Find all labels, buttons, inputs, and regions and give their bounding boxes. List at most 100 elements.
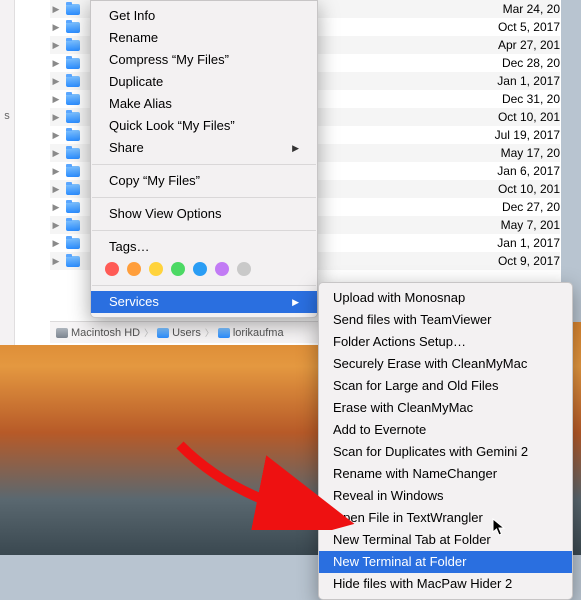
folder-icon: [66, 4, 80, 15]
date-cell: Jan 1, 2017: [497, 72, 560, 90]
tag-color-green[interactable]: [171, 262, 185, 276]
menu-label: Copy “My Files”: [109, 172, 200, 190]
folder-icon: [66, 76, 80, 87]
disclosure-triangle-icon[interactable]: ▶: [50, 234, 62, 252]
menu-item-services[interactable]: Services: [91, 291, 317, 313]
date-cell: Apr 27, 201: [498, 36, 560, 54]
menu-label: Tags…: [109, 238, 149, 256]
services-menu-item[interactable]: Send files with TeamViewer: [319, 309, 572, 331]
folder-icon: [66, 40, 80, 51]
services-menu-item[interactable]: Scan for Duplicates with Gemini 2: [319, 441, 572, 463]
disclosure-triangle-icon[interactable]: ▶: [50, 18, 62, 36]
services-menu-item[interactable]: Rename with NameChanger: [319, 463, 572, 485]
tag-color-orange[interactable]: [127, 262, 141, 276]
date-cell: May 7, 201: [501, 216, 560, 234]
folder-icon: [66, 112, 80, 123]
disclosure-triangle-icon[interactable]: ▶: [50, 180, 62, 198]
menu-separator: [92, 164, 316, 165]
menu-label: Get Info: [109, 7, 155, 25]
menu-item-view-options[interactable]: Show View Options: [91, 203, 317, 225]
tag-color-yellow[interactable]: [149, 262, 163, 276]
folder-icon: [66, 148, 80, 159]
services-menu-item[interactable]: New Terminal at Folder: [319, 551, 572, 573]
path-item[interactable]: Macintosh HD: [56, 327, 140, 339]
tag-color-gray[interactable]: [237, 262, 251, 276]
menu-item-duplicate[interactable]: Duplicate: [91, 71, 317, 93]
folder-icon: [66, 94, 80, 105]
chevron-right-icon: 〉: [205, 326, 214, 339]
menu-label: Services: [109, 293, 159, 311]
services-menu-item[interactable]: Add to Evernote: [319, 419, 572, 441]
date-cell: Dec 31, 20: [502, 90, 560, 108]
services-menu-item[interactable]: New Terminal Tab at Folder: [319, 529, 572, 551]
disclosure-triangle-icon[interactable]: ▶: [50, 216, 62, 234]
services-submenu: Upload with MonosnapSend files with Team…: [318, 282, 573, 600]
date-cell: Jan 1, 2017: [497, 234, 560, 252]
services-menu-item[interactable]: Open File in TextWrangler: [319, 507, 572, 529]
services-menu-item[interactable]: Hide files with MacPaw Hider 2: [319, 573, 572, 595]
folder-icon: [66, 22, 80, 33]
menu-label: Quick Look “My Files”: [109, 117, 235, 135]
services-menu-item[interactable]: Erase with CleanMyMac: [319, 397, 572, 419]
path-label: Macintosh HD: [71, 327, 140, 339]
disclosure-triangle-icon[interactable]: ▶: [50, 144, 62, 162]
menu-label: Share: [109, 139, 144, 157]
services-menu-item[interactable]: Folder Actions Setup…: [319, 331, 572, 353]
disclosure-triangle-icon[interactable]: ▶: [50, 126, 62, 144]
disclosure-triangle-icon[interactable]: ▶: [50, 108, 62, 126]
menu-item-copy[interactable]: Copy “My Files”: [91, 170, 317, 192]
menu-label: Show View Options: [109, 205, 222, 223]
menu-separator: [92, 197, 316, 198]
tag-color-red[interactable]: [105, 262, 119, 276]
folder-icon: [66, 184, 80, 195]
disclosure-triangle-icon[interactable]: ▶: [50, 72, 62, 90]
services-menu-item[interactable]: Reveal in Windows: [319, 485, 572, 507]
context-menu: Get Info Rename Compress “My Files” Dupl…: [90, 0, 318, 318]
path-label: lorikaufma: [233, 327, 284, 339]
disclosure-triangle-icon[interactable]: ▶: [50, 252, 62, 270]
menu-item-share[interactable]: Share: [91, 137, 317, 159]
disk-icon: [56, 328, 68, 338]
date-cell: Mar 24, 20: [503, 0, 560, 18]
services-menu-item[interactable]: Scan for Large and Old Files: [319, 375, 572, 397]
tags-color-row: [91, 258, 317, 280]
date-cell: Oct 10, 201: [498, 180, 560, 198]
path-label: Users: [172, 327, 201, 339]
folder-icon: [66, 58, 80, 69]
menu-item-quick-look[interactable]: Quick Look “My Files”: [91, 115, 317, 137]
path-item[interactable]: Users: [157, 327, 201, 339]
tag-color-purple[interactable]: [215, 262, 229, 276]
menu-item-compress[interactable]: Compress “My Files”: [91, 49, 317, 71]
disclosure-triangle-icon[interactable]: ▶: [50, 36, 62, 54]
folder-icon: [157, 328, 169, 338]
tag-color-blue[interactable]: [193, 262, 207, 276]
services-menu-item[interactable]: Securely Erase with CleanMyMac: [319, 353, 572, 375]
disclosure-triangle-icon[interactable]: ▶: [50, 90, 62, 108]
folder-icon: [66, 238, 80, 249]
disclosure-triangle-icon[interactable]: ▶: [50, 162, 62, 180]
menu-item-rename[interactable]: Rename: [91, 27, 317, 49]
menu-label: Make Alias: [109, 95, 172, 113]
menu-label: Compress “My Files”: [109, 51, 229, 69]
sidebar-item-label[interactable]: s: [4, 110, 10, 122]
date-cell: Oct 10, 201: [498, 108, 560, 126]
disclosure-triangle-icon[interactable]: ▶: [50, 0, 62, 18]
date-cell: Oct 5, 2017: [498, 18, 560, 36]
menu-label: Duplicate: [109, 73, 163, 91]
disclosure-triangle-icon[interactable]: ▶: [50, 54, 62, 72]
path-item[interactable]: lorikaufma: [218, 327, 284, 339]
date-cell: Jan 6, 2017: [497, 162, 560, 180]
folder-icon: [218, 328, 230, 338]
menu-item-get-info[interactable]: Get Info: [91, 5, 317, 27]
folder-icon: [66, 130, 80, 141]
date-cell: Dec 27, 20: [502, 198, 560, 216]
date-cell: May 17, 20: [501, 144, 560, 162]
services-menu-item[interactable]: Upload with Monosnap: [319, 287, 572, 309]
folder-icon: [66, 256, 80, 267]
menu-item-tags[interactable]: Tags…: [91, 236, 317, 258]
date-cell: Jul 19, 2017: [495, 126, 560, 144]
folder-icon: [66, 202, 80, 213]
menu-item-make-alias[interactable]: Make Alias: [91, 93, 317, 115]
folder-icon: [66, 220, 80, 231]
disclosure-triangle-icon[interactable]: ▶: [50, 198, 62, 216]
